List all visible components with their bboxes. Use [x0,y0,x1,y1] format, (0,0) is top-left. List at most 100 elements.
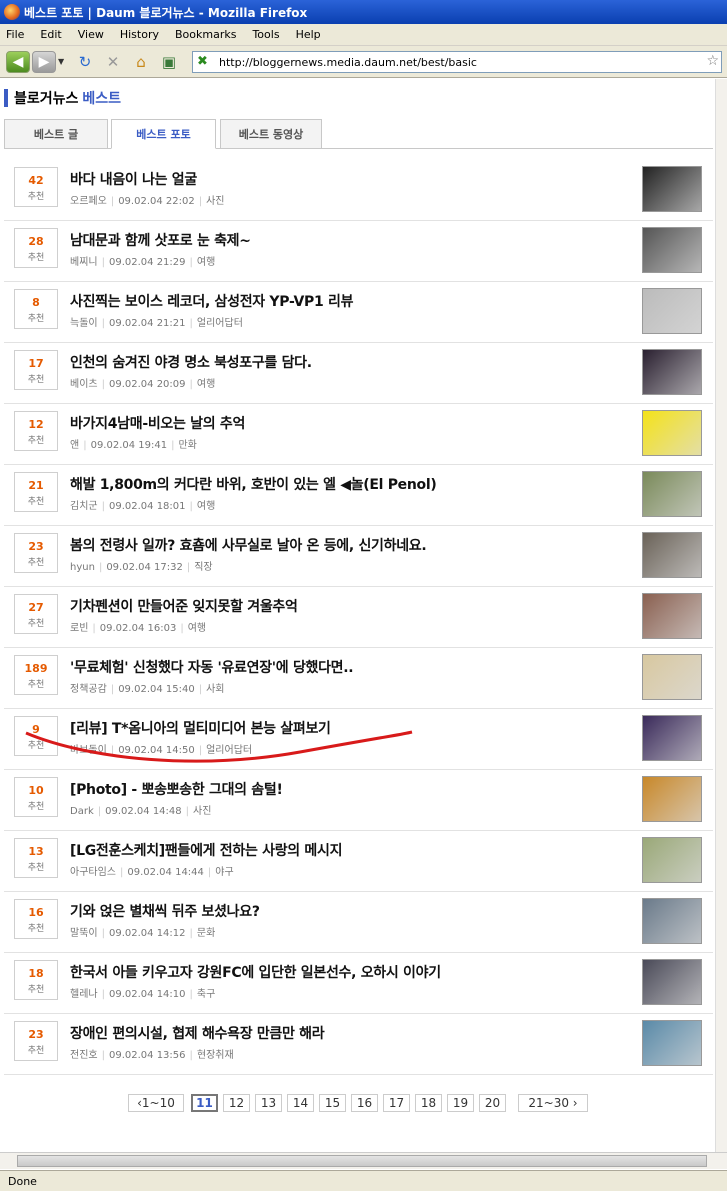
article-thumbnail[interactable] [642,349,702,395]
article-title-link[interactable]: 바가지4남매-비오는 날의 추억 [70,413,245,433]
article-author[interactable]: 오르페오 [70,196,107,207]
article-title-link[interactable]: 장애인 편의시설, 협제 해수욕장 만큼만 해라 [70,1023,325,1043]
recommend-count-box[interactable]: 10 추천 [14,777,58,817]
article-author[interactable]: 헬레나 [70,989,98,1000]
article-category[interactable]: 여행 [188,623,206,634]
article-category[interactable]: 축구 [197,989,215,1000]
menu-view[interactable]: View [78,28,104,41]
article-title-link[interactable]: 한국서 아들 키우고자 강원FC에 입단한 일본선수, 오하시 이야기 [70,962,441,982]
article-thumbnail[interactable] [642,715,702,761]
menu-edit[interactable]: Edit [40,28,61,41]
bookmark-star-icon[interactable]: ☆ [706,53,719,69]
article-title-link[interactable]: 기와 얹은 별채씩 뒤주 보셨나요? [70,901,260,921]
recommend-count-box[interactable]: 8 추천 [14,289,58,329]
article-author[interactable]: 김치군 [70,501,98,512]
article-author[interactable]: 바보돌이 [70,745,107,756]
article-title-link[interactable]: 남대문과 함께 삿포로 눈 축제~ [70,230,251,250]
stop-icon[interactable]: ✕ [102,51,124,73]
recommend-count-box[interactable]: 27 추천 [14,594,58,634]
recommend-count-box[interactable]: 18 추천 [14,960,58,1000]
article-title-link[interactable]: [LG전훈스케치]팬들에게 전하는 사랑의 메시지 [70,840,342,860]
article-category[interactable]: 여행 [197,257,215,268]
article-title-link[interactable]: '무료체험' 신청했다 자동 '유료연장'에 당했다면.. [70,657,354,677]
pagination-page-20[interactable]: 20 [479,1094,506,1112]
menu-bookmarks[interactable]: Bookmarks [175,28,236,41]
back-button[interactable]: ◀ [6,50,30,73]
article-category[interactable]: 사회 [206,684,224,695]
recommend-count-box[interactable]: 12 추천 [14,411,58,451]
article-title-link[interactable]: [Photo] - 뽀송뽀송한 그대의 솜털! [70,779,283,799]
article-thumbnail[interactable] [642,471,702,517]
article-author[interactable]: 늑돌이 [70,318,98,329]
article-title-link[interactable]: 바다 내음이 나는 얼굴 [70,169,197,189]
article-title-link[interactable]: 해발 1,800m의 커다란 바위, 호반이 있는 엘 ◀놀(El Penol) [70,474,437,494]
pagination-page-13[interactable]: 13 [255,1094,282,1112]
article-category[interactable]: 얼리어답터 [197,318,243,329]
article-category[interactable]: 문화 [197,928,215,939]
recommend-count-box[interactable]: 9 추천 [14,716,58,756]
recommend-count-box[interactable]: 23 추천 [14,533,58,573]
tab-best-posts[interactable]: 베스트 글 [4,119,108,149]
article-title-link[interactable]: [리뷰] T*옴니아의 멀티미디어 본능 살펴보기 [70,718,331,738]
article-thumbnail[interactable] [642,532,702,578]
article-author[interactable]: 아구타임스 [70,867,116,878]
tab-best-photos[interactable]: 베스트 포토 [111,119,216,149]
home-icon[interactable]: ⌂ [130,51,152,73]
article-category[interactable]: 현장취재 [197,1050,234,1061]
article-author[interactable]: 말뚝이 [70,928,98,939]
pagination-page-16[interactable]: 16 [351,1094,378,1112]
article-thumbnail[interactable] [642,1020,702,1066]
pagination-page-19[interactable]: 19 [447,1094,474,1112]
horizontal-scrollbar-thumb[interactable] [17,1155,707,1167]
brand-accent[interactable]: 베스트 [82,88,121,108]
article-author[interactable]: 베찌니 [70,257,98,268]
brand-main[interactable]: 블로거뉴스 [14,88,78,108]
article-author[interactable]: 전진호 [70,1050,98,1061]
pagination-page-11[interactable]: 11 [191,1094,218,1112]
article-thumbnail[interactable] [642,410,702,456]
recommend-count-box[interactable]: 42 추천 [14,167,58,207]
menu-file[interactable]: File [6,28,24,41]
horizontal-scrollbar[interactable] [0,1152,727,1169]
article-author[interactable]: Dark [70,806,94,817]
article-author[interactable]: 정책공감 [70,684,107,695]
article-category[interactable]: 만화 [178,440,196,451]
article-thumbnail[interactable] [642,227,702,273]
menu-help[interactable]: Help [296,28,321,41]
article-category[interactable]: 여행 [197,501,215,512]
article-author[interactable]: hyun [70,562,95,573]
pagination-page-17[interactable]: 17 [383,1094,410,1112]
recommend-count-box[interactable]: 23 추천 [14,1021,58,1061]
article-title-link[interactable]: 봄의 전령사 일까? 효춈에 사무실로 날아 온 등에, 신기하네요. [70,535,427,555]
article-title-link[interactable]: 기차펜션이 만들어준 잊지못할 겨울추억 [70,596,298,616]
article-author[interactable]: 로빈 [70,623,88,634]
recommend-count-box[interactable]: 21 추천 [14,472,58,512]
article-title-link[interactable]: 사진찍는 보이스 레코더, 삼성전자 YP-VP1 리뷰 [70,291,353,311]
menu-tools[interactable]: Tools [252,28,279,41]
article-author[interactable]: 앤 [70,440,79,451]
article-thumbnail[interactable] [642,166,702,212]
article-category[interactable]: 야구 [215,867,233,878]
article-category[interactable]: 직장 [194,562,212,573]
reload-icon[interactable]: ↻ [74,51,96,73]
recommend-count-box[interactable]: 17 추천 [14,350,58,390]
article-thumbnail[interactable] [642,837,702,883]
address-bar[interactable]: ✖ http://bloggernews.media.daum.net/best… [192,51,722,73]
recommend-count-box[interactable]: 28 추천 [14,228,58,268]
pagination-page-18[interactable]: 18 [415,1094,442,1112]
article-category[interactable]: 사진 [206,196,224,207]
article-author[interactable]: 베이츠 [70,379,98,390]
history-dropdown-icon[interactable]: ▼ [58,57,68,66]
vertical-scrollbar[interactable] [715,79,727,1152]
forward-button[interactable]: ▶ [32,50,56,73]
recommend-count-box[interactable]: 16 추천 [14,899,58,939]
pagination-page-12[interactable]: 12 [223,1094,250,1112]
article-thumbnail[interactable] [642,654,702,700]
pagination-prev[interactable]: ‹1~10 [128,1094,184,1112]
tab-best-videos[interactable]: 베스트 동영상 [220,119,322,149]
recommend-count-box[interactable]: 13 추천 [14,838,58,878]
article-thumbnail[interactable] [642,959,702,1005]
article-thumbnail[interactable] [642,593,702,639]
pagination-page-14[interactable]: 14 [287,1094,314,1112]
pagination-next[interactable]: 21~30 › [518,1094,588,1112]
